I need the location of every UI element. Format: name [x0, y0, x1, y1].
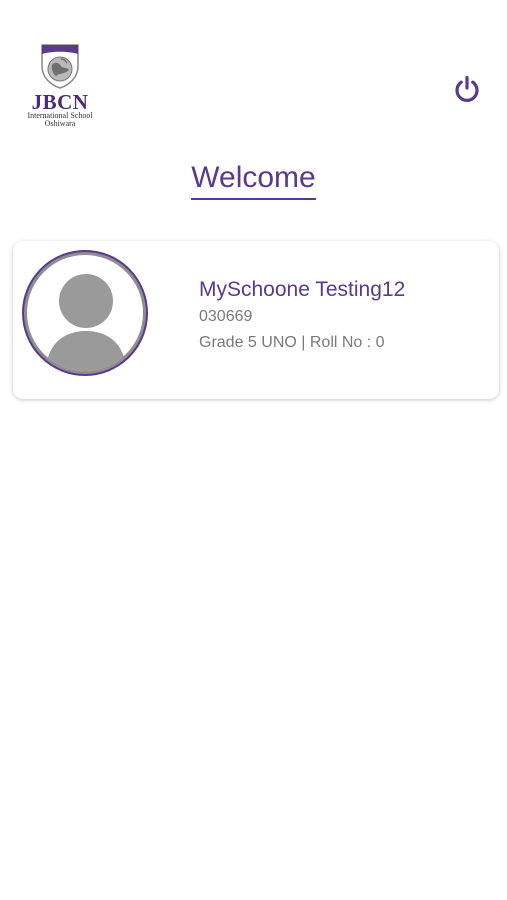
logo-subtitle-line2: Oshiwara — [44, 119, 76, 128]
power-icon — [455, 75, 479, 102]
welcome-title: Welcome — [191, 160, 316, 200]
student-avatar — [22, 250, 148, 376]
school-logo: JBCN International School Oshiwara — [18, 42, 102, 132]
student-card[interactable]: MySchoone Testing12 030669 Grade 5 UNO |… — [13, 241, 499, 399]
student-info: MySchoone Testing12 030669 Grade 5 UNO |… — [199, 277, 405, 353]
student-grade-roll: Grade 5 UNO | Roll No : 0 — [199, 334, 385, 351]
person-placeholder-icon — [46, 274, 126, 371]
shield-crest-icon — [41, 44, 79, 89]
student-id: 030669 — [199, 308, 253, 325]
logout-button[interactable] — [452, 74, 482, 104]
student-name: MySchoone Testing12 — [199, 278, 406, 301]
student-select-screen: JBCN International School Oshiwara Welco… — [0, 0, 507, 900]
welcome-section: Welcome — [0, 160, 507, 200]
logo-name: JBCN — [31, 90, 89, 114]
